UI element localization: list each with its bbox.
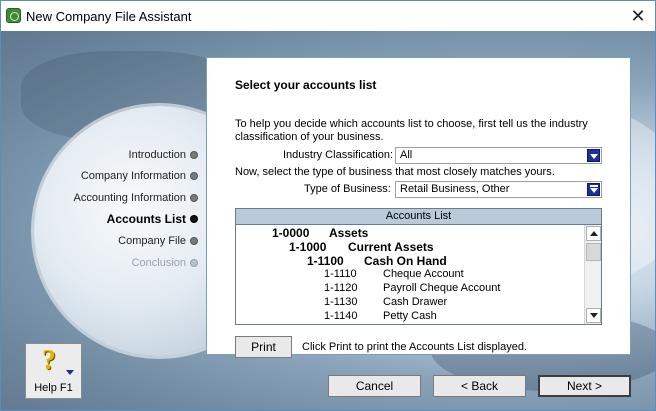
list-item[interactable]: 1-1000 Current Assets (289, 240, 434, 254)
dropdown-arrow-icon[interactable] (587, 149, 600, 162)
step-accounts-list: Accounts List (107, 211, 198, 227)
window-title: New Company File Assistant (26, 9, 192, 24)
scroll-up-icon[interactable] (586, 226, 601, 241)
step-label: Company Information (80, 170, 186, 182)
account-code: 1-1000 (289, 240, 327, 254)
step-accounting-information: Accounting Information (73, 190, 198, 206)
step-indicator-icon (190, 151, 198, 159)
type-prompt: Now, select the type of business that mo… (235, 166, 555, 178)
account-name: Petty Cash (383, 310, 437, 322)
industry-select[interactable]: All (395, 147, 602, 164)
accounts-list[interactable]: Accounts List 1-0000 Assets 1-1000 Current… (235, 208, 602, 325)
page-title: Select your accounts list (235, 78, 377, 92)
account-name: Cash On Hand (364, 254, 447, 268)
account-name: Payroll Cheque Account (383, 282, 501, 294)
step-indicator-icon (190, 215, 198, 223)
list-item[interactable]: 1-1130 Cash Drawer (324, 296, 447, 310)
help-question-icon: ? (42, 345, 56, 376)
assistant-window: New Company File Assistant ✕ Introductio… (0, 0, 656, 411)
step-label: Accounting Information (73, 192, 186, 204)
account-code: 1-1110 (324, 268, 357, 280)
print-note: Click Print to print the Accounts List d… (302, 341, 527, 353)
dropdown-arrow-icon[interactable] (587, 183, 600, 196)
print-button[interactable]: Print (235, 336, 292, 358)
step-conclusion: Conclusion (132, 255, 198, 271)
scroll-down-icon[interactable] (586, 308, 601, 323)
step-label: Introduction (128, 149, 186, 161)
client-area: Introduction Company Information Account… (1, 31, 655, 410)
next-button[interactable]: Next > (538, 375, 631, 397)
vertical-scrollbar[interactable] (584, 225, 601, 324)
scroll-thumb[interactable] (586, 243, 601, 261)
step-label: Conclusion (131, 257, 186, 269)
accounts-list-body[interactable]: 1-0000 Assets 1-1000 Current Assets 1-1100… (236, 225, 601, 324)
industry-label: Industry Classification: (283, 149, 394, 161)
step-label: Company File (118, 235, 186, 247)
business-type-select[interactable]: Retail Business, Other (395, 181, 602, 198)
account-name: Current Assets (348, 240, 434, 254)
account-name: Cash Drawer (383, 296, 448, 308)
list-item[interactable]: 1-1140 Petty Cash (324, 310, 437, 324)
account-name: Assets (329, 226, 369, 240)
type-label: Type of Business: (304, 183, 391, 195)
step-label: Accounts List (106, 212, 186, 226)
close-button[interactable]: ✕ (627, 5, 649, 27)
title-bar: New Company File Assistant ✕ (1, 1, 655, 31)
step-indicator-icon (190, 259, 198, 267)
account-code: 1-1120 (324, 282, 358, 294)
account-code: 1-1140 (324, 310, 358, 322)
accounts-list-header: Accounts List (236, 209, 601, 225)
back-button[interactable]: < Back (433, 375, 526, 397)
industry-select-value: All (400, 149, 413, 161)
app-icon (6, 8, 21, 23)
chevron-down-icon (66, 370, 74, 375)
list-item[interactable]: 1-0000 Assets (272, 226, 368, 240)
content-panel: Select your accounts list To help you de… (206, 57, 631, 358)
list-item[interactable]: 1-1100 Cash On Hand (307, 254, 447, 268)
step-company-file: Company File (118, 233, 198, 249)
intro-text: To help you decide which accounts list t… (235, 118, 588, 143)
account-name: Cheque Account (383, 268, 464, 280)
step-introduction: Introduction (129, 147, 198, 163)
business-type-value: Retail Business, Other (400, 183, 510, 195)
list-item[interactable]: 1-1110 Cheque Account (324, 268, 464, 282)
step-company-information: Company Information (81, 168, 198, 184)
account-code: 1-0000 (272, 226, 310, 240)
help-button[interactable]: ? Help F1 (25, 343, 82, 399)
account-code: 1-1130 (324, 296, 358, 308)
cancel-button[interactable]: Cancel (328, 375, 421, 397)
help-label: Help F1 (34, 382, 73, 394)
step-indicator-icon (190, 194, 198, 202)
list-item[interactable]: 1-1120 Payroll Cheque Account (324, 282, 500, 296)
step-indicator-icon (190, 172, 198, 180)
step-indicator-icon (190, 237, 198, 245)
account-code: 1-1100 (307, 254, 344, 268)
